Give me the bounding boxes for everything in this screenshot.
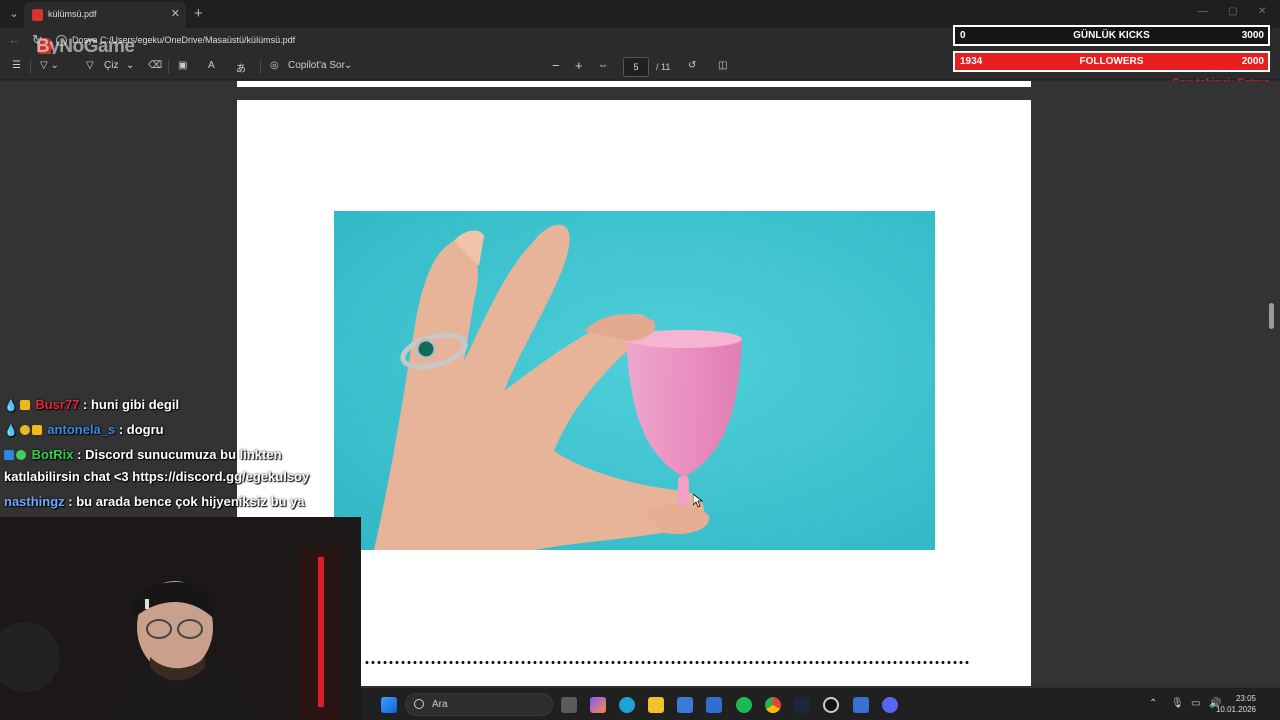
highlight-icon[interactable]: ▽ ⌄ (40, 60, 59, 71)
dotted-separator (364, 660, 969, 665)
start-icon[interactable] (381, 697, 397, 713)
verified-badge-icon (16, 450, 26, 460)
tab-close-icon[interactable]: ✕ (171, 7, 180, 20)
webcam-image (0, 517, 361, 720)
photo-illustration (334, 211, 935, 550)
mouse-cursor-icon (693, 494, 703, 508)
draw-icon[interactable]: ▽ (86, 60, 94, 71)
page-total: / 11 (656, 62, 671, 72)
rotate-icon[interactable]: ↺ (688, 60, 696, 71)
chat-message-continuation: katılabilirsin chat <3 https://discord.g… (4, 469, 309, 484)
chat-text: : Discord sunucumuza bu linkten (73, 447, 282, 462)
steam-icon[interactable] (794, 697, 810, 713)
chat-message: 💧 Busr77 : huni gibi degil (4, 397, 179, 412)
task-view-icon[interactable] (561, 697, 577, 713)
tab-pdf[interactable]: külümsü.pdf ✕ (24, 2, 186, 28)
chat-text: katılabilirsin chat <3 https://discord.g… (4, 469, 310, 484)
chrome-icon[interactable] (765, 697, 781, 713)
webcam-feed (0, 517, 361, 720)
chat-user: BotRix (31, 447, 74, 462)
chat-text: : dogru (115, 422, 164, 437)
page-view-icon[interactable]: ▣ (178, 60, 187, 71)
chat-user: nasthingz (4, 494, 65, 509)
taskbar-search[interactable]: Ara (405, 693, 553, 716)
bot-badge-icon (4, 450, 14, 460)
kicks-goal: 3000 (1241, 30, 1264, 41)
zoom-out-button[interactable]: − (552, 58, 560, 73)
contents-icon[interactable]: ☰ (12, 60, 21, 71)
minimize-icon[interactable]: — (1198, 6, 1208, 17)
pdf-file-icon (32, 9, 43, 21)
tray-overflow-icon[interactable]: ⌃ (1149, 698, 1157, 709)
store-icon[interactable] (677, 697, 693, 713)
copilot-app-icon[interactable] (590, 697, 606, 713)
network-icon[interactable]: ▭ (1191, 698, 1200, 709)
droplet-badge-icon: 💧 (4, 425, 18, 437)
microphone-icon[interactable]: 🎙 (1171, 698, 1184, 709)
new-tab-button[interactable]: + (194, 5, 203, 22)
chat-text: : huni gibi degil (79, 397, 180, 412)
two-page-icon[interactable]: ◫ (718, 60, 727, 71)
windows-taskbar: Ara ⌃ 🎙 ▭ 🔊 23:05 10.01.2026 (361, 687, 1280, 720)
chat-message: 💧 antonela_s : dogru (4, 422, 164, 437)
previous-page-edge (237, 81, 1031, 87)
chat-message: nasthingz : bu arada bence çok hijyeniks… (4, 494, 305, 509)
search-icon (414, 699, 424, 709)
search-placeholder: Ara (432, 699, 448, 710)
chat-text: : bu arada bence çok hijyeniksiz bu ya (64, 494, 305, 509)
crown-badge-icon (31, 425, 42, 435)
read-aloud-icon[interactable]: A (208, 60, 215, 71)
edge-icon[interactable] (619, 697, 635, 713)
back-icon[interactable]: ← (8, 32, 21, 47)
droplet-badge-icon: 💧 (4, 400, 18, 412)
followers-goal-bar: 1934 FOLLOWERS 2000 (953, 51, 1270, 72)
copilot-dropdown-icon[interactable]: ⌄ (344, 60, 352, 71)
kicks-goal-bar: 0 GÜNLÜK KICKS 3000 (953, 25, 1270, 46)
vertical-scrollbar[interactable] (1269, 303, 1274, 329)
app-icon[interactable] (853, 697, 869, 713)
spotify-icon[interactable] (736, 697, 752, 713)
chat-message: BotRix : Discord sunucumuza bu linkten (4, 447, 282, 462)
copilot-button[interactable]: Copilot'a Sor (288, 60, 345, 71)
draw-label[interactable]: Çiz (104, 60, 118, 71)
fit-page-icon[interactable]: ⇔ (598, 60, 608, 71)
draw-dropdown-icon[interactable]: ⌄ (126, 60, 134, 71)
mail-icon[interactable] (706, 697, 722, 713)
kicks-label: GÜNLÜK KICKS (1073, 30, 1150, 41)
chat-user: antonela_s (47, 422, 116, 437)
gift-badge-icon (19, 425, 30, 435)
crown-badge-icon (19, 400, 30, 410)
obs-icon[interactable] (823, 697, 839, 713)
taskbar-clock[interactable]: 23:05 10.01.2026 (1216, 693, 1256, 715)
followers-label: FOLLOWERS (1079, 56, 1144, 67)
followers-goal: 2000 (1241, 56, 1264, 67)
tab-bar: ⌄ külümsü.pdf ✕ + — ▢ ✕ (0, 0, 1280, 28)
copilot-icon[interactable]: ◎ (270, 60, 279, 71)
tab-title: külümsü.pdf (48, 9, 97, 19)
tab-list-icon[interactable]: ⌄ (6, 6, 22, 22)
zoom-in-button[interactable]: + (575, 58, 583, 73)
translate-icon[interactable]: あ (236, 60, 246, 75)
eraser-icon[interactable]: ⌫ (148, 60, 162, 71)
clock-time: 23:05 (1235, 694, 1256, 703)
clock-date: 10.01.2026 (1215, 705, 1256, 714)
file-explorer-icon[interactable] (648, 697, 664, 713)
maximize-icon[interactable]: ▢ (1228, 6, 1237, 17)
discord-icon[interactable] (882, 697, 898, 713)
close-window-icon[interactable]: ✕ (1258, 6, 1266, 17)
page-number-input[interactable]: 5 (623, 57, 649, 77)
chat-user: Busr77 (35, 397, 80, 412)
menstrual-cup-photo (334, 211, 935, 550)
